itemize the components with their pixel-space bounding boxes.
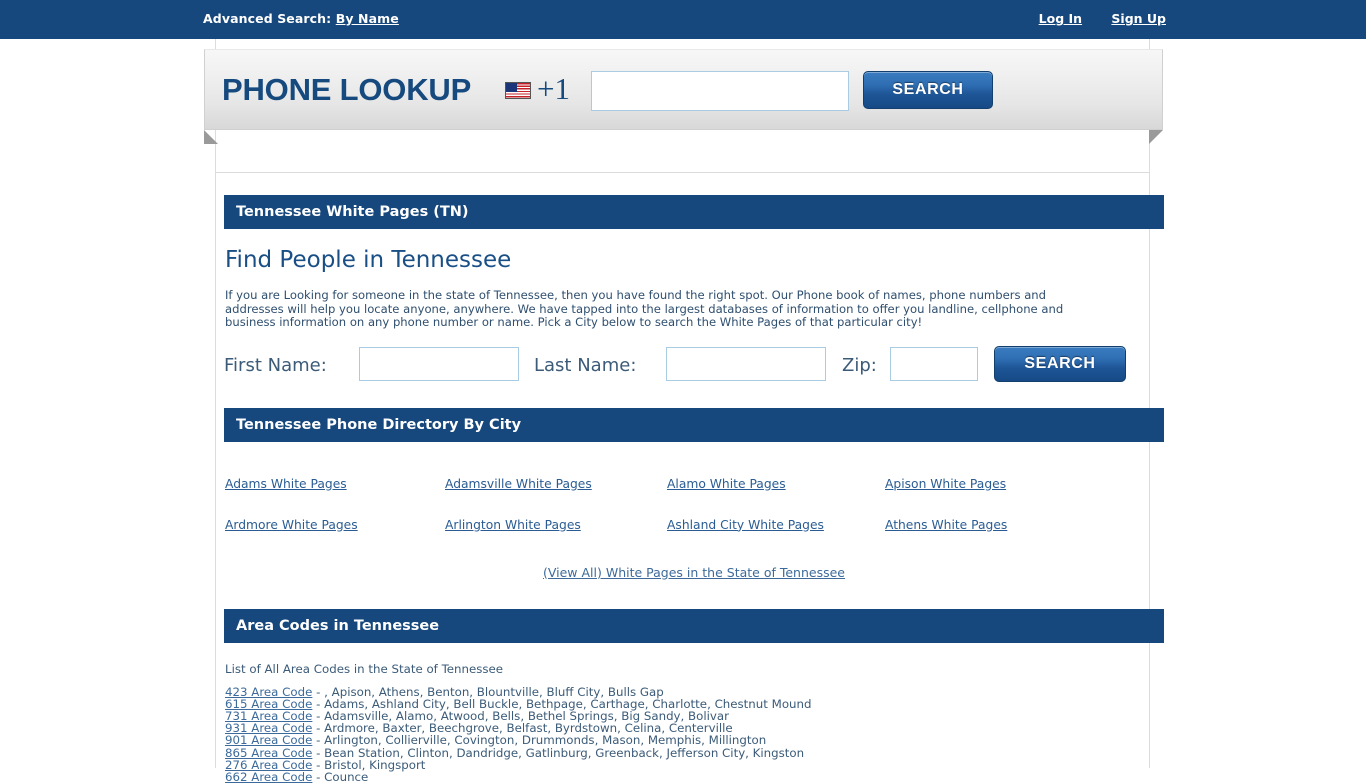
area-code-cities: - Counce xyxy=(312,769,369,784)
city-link[interactable]: Ashland City White Pages xyxy=(667,518,885,532)
area-codes-header: Area Codes in Tennessee xyxy=(224,608,1164,643)
main-content-panel: Tennessee White Pages (TN) Find People i… xyxy=(215,172,1164,783)
view-all-wrapper: (View All) White Pages in the State of T… xyxy=(224,562,1164,581)
area-code-row: 662 Area Code - Counce xyxy=(225,771,1164,783)
us-flag-icon xyxy=(505,82,531,99)
hero-search-button[interactable]: SEARCH xyxy=(863,71,993,109)
city-link[interactable]: Adamsville White Pages xyxy=(445,477,667,491)
signup-link[interactable]: Sign Up xyxy=(1111,11,1166,26)
state-section-header: Tennessee White Pages (TN) xyxy=(224,195,1164,229)
hero-ribbon-panel: PHONE LOOKUP +1 SEARCH xyxy=(204,49,1163,130)
ribbon-fold-left-icon xyxy=(204,130,218,144)
area-codes-list: 423 Area Code - , Apison, Athens, Benton… xyxy=(224,685,1164,784)
find-people-heading: Find People in Tennessee xyxy=(225,247,512,273)
ribbon-fold-right-icon xyxy=(1149,130,1163,144)
city-link[interactable]: Adams White Pages xyxy=(225,477,445,491)
advanced-search-label: Advanced Search: xyxy=(203,11,332,26)
zip-input[interactable] xyxy=(890,346,978,381)
advanced-search-group: Advanced Search: By Name xyxy=(203,11,399,26)
phone-search-input[interactable] xyxy=(591,71,849,111)
last-name-input[interactable] xyxy=(666,346,826,381)
name-search-form: First Name: Last Name: Zip: SEARCH xyxy=(224,345,1164,386)
intro-paragraph: If you are Looking for someone in the st… xyxy=(225,288,1064,329)
advanced-search-by-name-link[interactable]: By Name xyxy=(336,11,399,26)
city-link[interactable]: Ardmore White Pages xyxy=(225,518,445,532)
name-search-button[interactable]: SEARCH xyxy=(994,345,1126,382)
area-code-link[interactable]: 662 Area Code xyxy=(225,770,312,784)
area-codes-intro: List of All Area Codes in the State of T… xyxy=(225,661,504,676)
city-directory-header: Tennessee Phone Directory By City xyxy=(224,407,1164,442)
city-link[interactable]: Apison White Pages xyxy=(885,477,1165,491)
last-name-label: Last Name: xyxy=(534,354,637,376)
city-link[interactable]: Alamo White Pages xyxy=(667,477,885,491)
login-link[interactable]: Log In xyxy=(1039,11,1082,26)
city-links-grid: Adams White Pages Adamsville White Pages… xyxy=(224,477,1164,532)
country-code-label: +1 xyxy=(537,71,570,106)
page-title: PHONE LOOKUP xyxy=(222,72,472,107)
city-link[interactable]: Arlington White Pages xyxy=(445,518,667,532)
first-name-input[interactable] xyxy=(359,346,519,381)
account-links: Log In Sign Up xyxy=(1014,11,1166,26)
zip-label: Zip: xyxy=(842,354,877,376)
view-all-cities-link[interactable]: (View All) White Pages in the State of T… xyxy=(543,565,845,580)
first-name-label: First Name: xyxy=(224,354,327,376)
city-link[interactable]: Athens White Pages xyxy=(885,518,1165,532)
top-utility-bar: Advanced Search: By Name Log In Sign Up xyxy=(0,0,1366,39)
hero-ribbon: PHONE LOOKUP +1 SEARCH xyxy=(204,49,1163,144)
